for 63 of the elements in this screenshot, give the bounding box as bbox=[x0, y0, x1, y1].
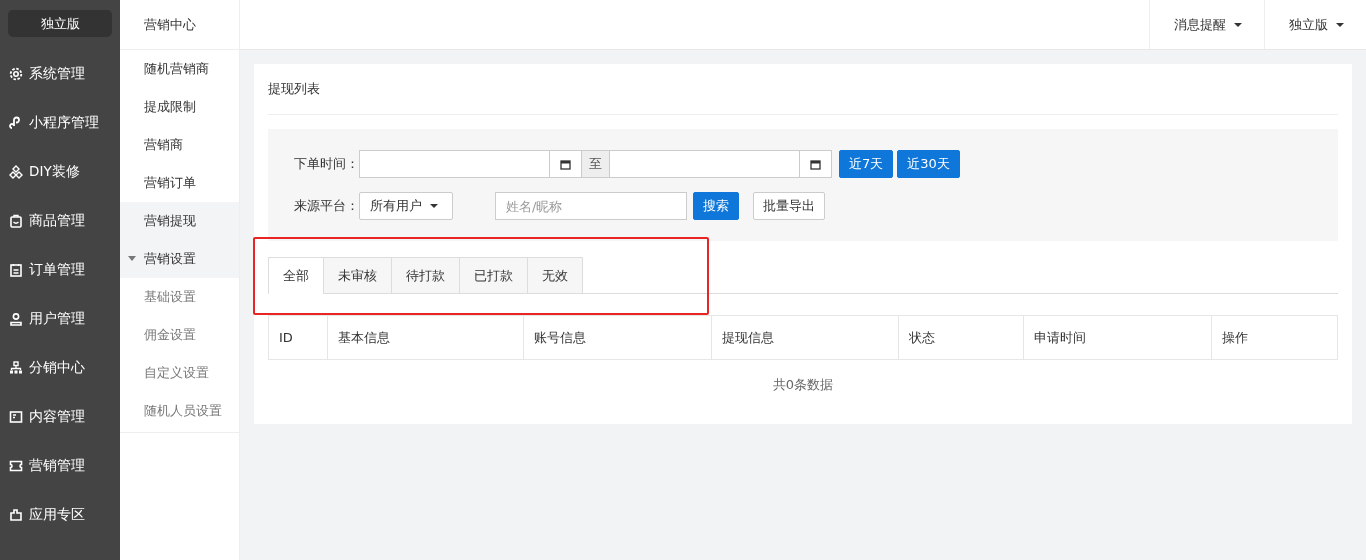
column-header: 基本信息 bbox=[327, 315, 524, 360]
submenu-item[interactable]: 营销设置 bbox=[120, 240, 239, 278]
puzzle-icon bbox=[9, 507, 23, 522]
submenu-item[interactable]: 基础设置 bbox=[120, 278, 239, 316]
submenu-item[interactable]: 营销商 bbox=[120, 126, 239, 164]
field-label: 下单时间： bbox=[293, 155, 359, 173]
export-button[interactable]: 批量导出 bbox=[753, 192, 825, 220]
gear-icon bbox=[9, 66, 23, 81]
submenu-item[interactable]: 提成限制 bbox=[120, 88, 239, 126]
calendar-icon bbox=[560, 158, 571, 170]
brand-label: 独立版 bbox=[8, 10, 112, 37]
calendar-button[interactable] bbox=[550, 150, 582, 178]
sidebar-item[interactable]: 订单管理 bbox=[0, 245, 120, 294]
submenu-item[interactable]: 营销订单 bbox=[120, 164, 239, 202]
status-tab[interactable]: 已打款 bbox=[459, 257, 528, 293]
topbar-menu[interactable]: 独立版 bbox=[1264, 0, 1366, 49]
status-tab[interactable]: 无效 bbox=[527, 257, 583, 293]
search-button[interactable]: 搜索 bbox=[693, 192, 739, 220]
sidebar-item[interactable]: 营销管理 bbox=[0, 441, 120, 490]
calendar-icon bbox=[810, 158, 821, 170]
end-date-field[interactable] bbox=[609, 150, 800, 178]
bag-icon bbox=[9, 213, 23, 228]
quick-range-button[interactable]: 近7天 bbox=[839, 150, 894, 178]
status-tab[interactable]: 待打款 bbox=[391, 257, 460, 293]
sidebar-item[interactable]: 内容管理 bbox=[0, 392, 120, 441]
topbar-menu[interactable]: 消息提醒 bbox=[1149, 0, 1264, 49]
start-date-field[interactable] bbox=[359, 150, 550, 178]
field-label: 来源平台： bbox=[293, 197, 359, 215]
submenu-item[interactable]: 佣金设置 bbox=[120, 316, 239, 354]
ticket-icon bbox=[9, 458, 23, 473]
doc-icon bbox=[9, 409, 23, 424]
range-separator: 至 bbox=[582, 150, 609, 178]
sidebar-item[interactable]: 系统管理 bbox=[0, 49, 120, 98]
column-header: 状态 bbox=[898, 315, 1024, 360]
panel-title: 提现列表 bbox=[268, 78, 1338, 115]
link-icon bbox=[9, 115, 23, 130]
sidebar-item[interactable]: DIY装修 bbox=[0, 147, 120, 196]
sidebar-item[interactable]: 商品管理 bbox=[0, 196, 120, 245]
source-dropdown[interactable]: 所有用户 bbox=[359, 192, 453, 220]
column-header: 账号信息 bbox=[523, 315, 711, 360]
status-tab[interactable]: 未审核 bbox=[323, 257, 392, 293]
sidebar-item[interactable]: 小程序管理 bbox=[0, 98, 120, 147]
empty-table-text: 共0条数据 bbox=[772, 377, 834, 392]
column-header: 操作 bbox=[1211, 315, 1338, 360]
name-search-field[interactable]: 姓名/昵称 bbox=[495, 192, 687, 220]
submenu-item[interactable]: 随机人员设置 bbox=[120, 392, 239, 430]
user-icon bbox=[9, 311, 23, 326]
column-header: ID bbox=[268, 315, 328, 360]
submenu-title: 营销中心 bbox=[120, 0, 239, 50]
clipboard-icon bbox=[9, 262, 23, 277]
submenu-item[interactable]: 营销提现 bbox=[120, 202, 239, 240]
column-header: 提现信息 bbox=[711, 315, 899, 360]
quick-range-button[interactable]: 近30天 bbox=[897, 150, 960, 178]
submenu-item[interactable]: 自定义设置 bbox=[120, 354, 239, 392]
status-tab[interactable]: 全部 bbox=[268, 257, 324, 294]
sidebar-item[interactable]: 用户管理 bbox=[0, 294, 120, 343]
diamond-icon bbox=[9, 164, 23, 179]
calendar-button[interactable] bbox=[800, 150, 832, 178]
column-header: 申请时间 bbox=[1023, 315, 1211, 360]
submenu-item[interactable]: 随机营销商 bbox=[120, 50, 239, 88]
sidebar-item[interactable]: 分销中心 bbox=[0, 343, 120, 392]
tree-icon bbox=[9, 360, 23, 375]
sidebar-item[interactable]: 应用专区 bbox=[0, 490, 120, 539]
